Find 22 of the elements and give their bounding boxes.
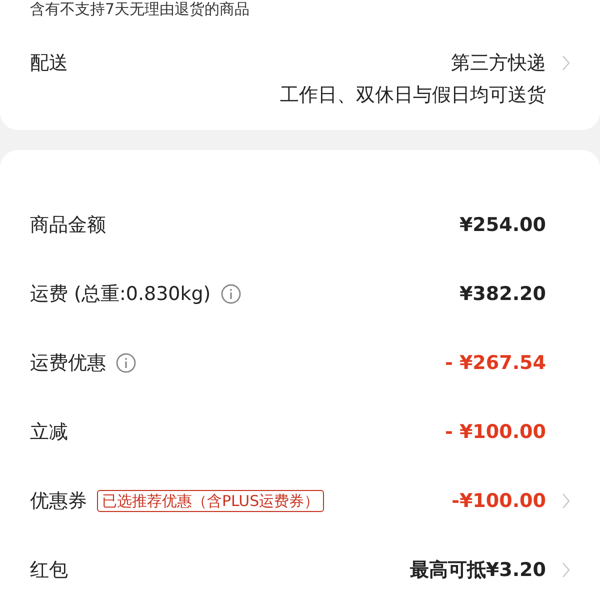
chevron-icon[interactable] bbox=[562, 562, 570, 578]
row-label: 优惠券 bbox=[30, 488, 87, 514]
row-value: - ¥100.00 bbox=[444, 420, 546, 442]
row-value: -¥100.00 bbox=[452, 490, 546, 512]
delivery-label: 配送 bbox=[30, 51, 68, 76]
row-label: 运费 (总重:0.830kg) bbox=[30, 282, 211, 306]
info-icon[interactable] bbox=[116, 352, 136, 372]
row-label: 商品金额 bbox=[30, 212, 106, 238]
delivery-method[interactable]: 第三方快递 bbox=[451, 50, 546, 76]
coupon-tag: 已选推荐优惠（含PLUS运费券） bbox=[97, 490, 324, 512]
info-icon[interactable] bbox=[220, 284, 241, 304]
delivery-note: 工作日、双休日与假日均可送货 bbox=[280, 83, 546, 108]
row-label: 立减 bbox=[30, 420, 68, 444]
row-value: - ¥267.54 bbox=[444, 352, 546, 374]
row-value: 最高可抵¥3.20 bbox=[410, 558, 546, 582]
row-value: ¥382.20 bbox=[459, 282, 546, 304]
row-label: 运费优惠 bbox=[30, 350, 106, 376]
row-value: ¥254.00 bbox=[459, 214, 546, 236]
notice-text: 含有不支持7天无理由退货的商品 bbox=[30, 0, 251, 18]
row-label: 红包 bbox=[30, 558, 68, 582]
chevron-icon[interactable] bbox=[562, 492, 570, 508]
chevron-icon[interactable] bbox=[562, 55, 570, 71]
